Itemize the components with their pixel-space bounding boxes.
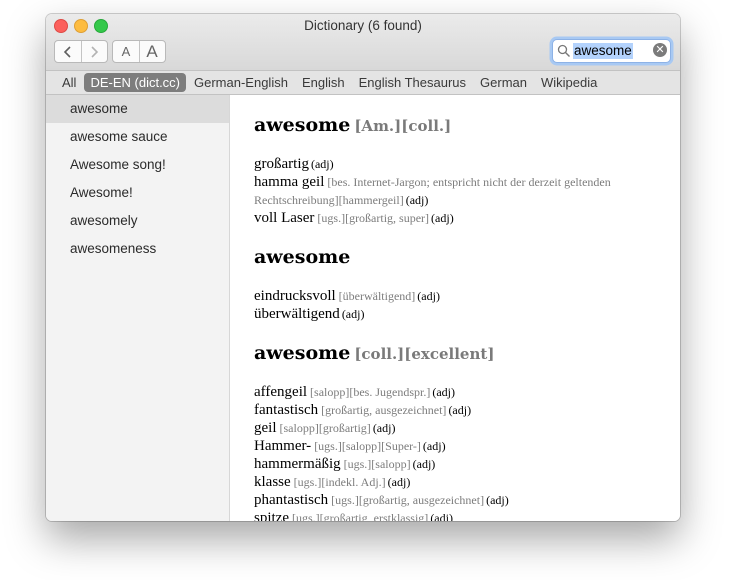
window-title: Dictionary (6 found) — [304, 18, 422, 33]
sidebar-item[interactable]: awesomeness — [46, 235, 229, 263]
part-of-speech: (adj) — [486, 493, 509, 507]
translation-word: klasse — [254, 474, 291, 490]
part-of-speech: (adj) — [422, 439, 446, 453]
tab-all[interactable]: All — [56, 73, 82, 92]
translation-line: eindrucksvoll [überwältigend] (adj) — [254, 287, 664, 305]
dictionary-window: Dictionary (6 found) A A awesome ✕ All D… — [46, 14, 680, 521]
part-of-speech: (adj) — [310, 157, 334, 171]
translation-note: [salopp][großartig] — [279, 421, 371, 435]
translation-note: [salopp][bes. Jugendspr.] — [310, 385, 431, 399]
definition-pane: awesome [Am.][coll.] großartig (adj) hamma g… — [230, 95, 680, 521]
sidebar-item[interactable]: Awesome! — [46, 179, 229, 207]
translation-line: klasse [ugs.][indekl. Adj.] (adj) — [254, 473, 664, 491]
part-of-speech: (adj) — [412, 457, 436, 471]
translation-line: phantastisch [ugs.][großartig, ausgezeich… — [254, 491, 664, 509]
sidebar-item[interactable]: awesome — [46, 95, 229, 123]
source-tabs: All DE-EN (dict.cc) German-English English E… — [56, 73, 603, 92]
translation-word: geil — [254, 420, 277, 436]
translation-word: Hammer- — [254, 438, 312, 454]
headword: awesome — [254, 342, 351, 364]
translation-word: voll Laser — [254, 210, 315, 226]
translation-note: [großartig, ausgezeichnet] — [321, 403, 447, 417]
title-bar: Dictionary (6 found) A A awesome ✕ — [46, 14, 680, 71]
translation-word: fantastisch — [254, 402, 319, 418]
sidebar-item[interactable]: Awesome song! — [46, 151, 229, 179]
part-of-speech: (adj) — [431, 211, 454, 225]
headword-line: awesome [coll.][excellent] — [254, 341, 664, 367]
usage-labels: [Am.][coll.] — [354, 117, 452, 135]
tab-german[interactable]: German — [474, 73, 533, 92]
translation-note: [ugs.][salopp] — [343, 457, 411, 471]
tab-german-english[interactable]: German-English — [188, 73, 294, 92]
part-of-speech: (adj) — [405, 193, 429, 207]
usage-labels: [coll.][excellent] — [354, 345, 495, 363]
part-of-speech: (adj) — [430, 511, 453, 521]
decrease-font-button[interactable]: A — [113, 41, 140, 62]
chevron-right-icon — [91, 45, 99, 58]
translation-word: phantastisch — [254, 492, 329, 508]
part-of-speech: (adj) — [372, 421, 396, 435]
source-tab-bar: All DE-EN (dict.cc) German-English English E… — [46, 71, 680, 95]
part-of-speech: (adj) — [387, 475, 411, 489]
tab-de-en-dict-cc[interactable]: DE-EN (dict.cc) — [84, 73, 187, 92]
tab-wikipedia[interactable]: Wikipedia — [535, 73, 603, 92]
chevron-left-icon — [63, 45, 71, 58]
translation-word: hammermäßig — [254, 456, 341, 472]
translation-note: [ugs.][indekl. Adj.] — [293, 475, 386, 489]
translation-line: hamma geil [bes. Internet-Jargon; entspri… — [254, 173, 664, 209]
search-input[interactable]: awesome — [573, 43, 633, 59]
translation-line: hammermäßig [ugs.][salopp] (adj) — [254, 455, 664, 473]
dictionary-entry: awesome eindrucksvoll [überwältigend] (adj)… — [254, 245, 664, 323]
font-size-buttons: A A — [112, 40, 166, 63]
translation-line: Hammer- [ugs.][salopp][Super-] (adj) — [254, 437, 664, 455]
part-of-speech: (adj) — [341, 307, 365, 321]
part-of-speech: (adj) — [432, 385, 455, 399]
translation-word: hamma geil — [254, 174, 325, 190]
translation-note: [ugs.][salopp][Super-] — [314, 439, 421, 453]
headword: awesome — [254, 246, 351, 268]
translation-word: großartig — [254, 156, 309, 172]
sidebar-item[interactable]: awesomely — [46, 207, 229, 235]
results-sidebar: awesome awesome sauce Awesome song! Awesome… — [46, 95, 230, 521]
translation-word: affengeil — [254, 384, 308, 400]
part-of-speech: (adj) — [448, 403, 472, 417]
search-icon — [557, 44, 570, 57]
search-field[interactable]: awesome ✕ — [552, 39, 671, 63]
translation-note: [ugs.][großartig, super] — [317, 211, 430, 225]
sidebar-item[interactable]: awesome sauce — [46, 123, 229, 151]
clear-search-icon[interactable]: ✕ — [653, 43, 667, 57]
translation-line: großartig (adj) — [254, 155, 664, 173]
translation-word: spitze — [254, 510, 289, 521]
headword-line: awesome — [254, 245, 664, 271]
part-of-speech: (adj) — [417, 289, 440, 303]
translation-line: überwältigend (adj) — [254, 305, 664, 323]
headword-line: awesome [Am.][coll.] — [254, 113, 664, 139]
forward-button[interactable] — [81, 41, 107, 62]
translation-word: eindrucksvoll — [254, 288, 336, 304]
increase-font-button[interactable]: A — [139, 41, 165, 62]
tab-english-thesaurus[interactable]: English Thesaurus — [353, 73, 472, 92]
dictionary-entry: awesome [Am.][coll.] großartig (adj) hamma g… — [254, 113, 664, 227]
translation-word: überwältigend — [254, 306, 340, 322]
entries-list: awesome [Am.][coll.] großartig (adj) hamma g… — [254, 113, 664, 521]
translation-line: affengeil [salopp][bes. Jugendspr.] (adj) — [254, 383, 664, 401]
translation-note: [überwältigend] — [338, 289, 416, 303]
translation-line: fantastisch [großartig, ausgezeichnet] (ad… — [254, 401, 664, 419]
translation-line: spitze [ugs.][großartig, erstklassig] (adj… — [254, 509, 664, 521]
dictionary-entry: awesome [coll.][excellent] affengeil [salop… — [254, 341, 664, 521]
back-button[interactable] — [55, 41, 82, 62]
translation-line: geil [salopp][großartig] (adj) — [254, 419, 664, 437]
translation-note: [ugs.][großartig, ausgezeichnet] — [331, 493, 485, 507]
headword: awesome — [254, 114, 351, 136]
navigation-buttons — [54, 40, 108, 63]
tab-english[interactable]: English — [296, 73, 351, 92]
translation-note: [ugs.][großartig, erstklassig] — [292, 511, 429, 521]
translation-line: voll Laser [ugs.][großartig, super] (adj) — [254, 209, 664, 227]
